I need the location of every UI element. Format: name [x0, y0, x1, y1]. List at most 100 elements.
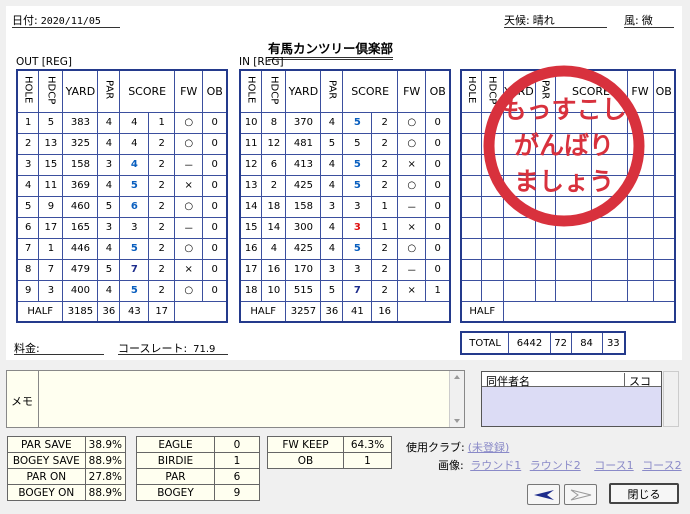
- hole-row[interactable]: 13 2 425 4 5 2 ○ 0: [239, 174, 451, 197]
- hole-number: 8: [16, 258, 40, 281]
- hole-row[interactable]: 9 3 400 4 5 2 ○ 0: [16, 279, 228, 302]
- hole-ob: 0: [202, 216, 228, 239]
- hole-score: 5: [119, 174, 150, 197]
- col-header-par: PAR: [320, 69, 344, 113]
- hole-score: 3: [342, 195, 373, 218]
- stat-row: PAR ON 27.8%: [7, 468, 127, 485]
- close-button[interactable]: 閉じる: [609, 483, 679, 504]
- prev-button[interactable]: [527, 484, 560, 505]
- hole-hdcp: 12: [261, 132, 287, 155]
- half-empty-cell: [591, 300, 627, 323]
- total-score: 84: [570, 331, 603, 355]
- hole-hdcp: 10: [261, 279, 287, 302]
- stat-row: BOGEY SAVE 88.9%: [7, 452, 127, 469]
- hole-par: 4: [97, 111, 121, 134]
- image-link-round1[interactable]: ラウンド1: [470, 459, 521, 472]
- hole-putt: 2: [148, 216, 175, 239]
- hole-row[interactable]: 15 14 300 4 3 1 × 0: [239, 216, 451, 239]
- hole-row[interactable]: 6 17 165 3 3 2 － 0: [16, 216, 228, 239]
- hole-yard: 413: [285, 153, 322, 176]
- memo-input[interactable]: [38, 371, 434, 427]
- empty-cell: [652, 111, 676, 134]
- hole-hdcp: 13: [38, 132, 64, 155]
- half-putt: 16: [371, 300, 398, 323]
- hole-row[interactable]: 4 11 369 4 5 2 × 0: [16, 174, 228, 197]
- hole-par: 4: [97, 279, 121, 302]
- hole-number: 12: [239, 153, 263, 176]
- image-link-course1[interactable]: コース1: [594, 459, 633, 472]
- hole-row[interactable]: 1 5 383 4 4 1 ○ 0: [16, 111, 228, 134]
- empty-cell: [590, 237, 628, 260]
- hole-number: 13: [239, 174, 263, 197]
- half-row: HALF 3257 36 41 16: [239, 300, 450, 323]
- hole-number: 2: [16, 132, 40, 155]
- half-empty-cell: [535, 300, 555, 323]
- scroll-up-arrow-icon[interactable]: [454, 375, 460, 379]
- hole-yard: 446: [62, 237, 99, 260]
- memo-scrollbar[interactable]: [449, 371, 464, 427]
- scroll-down-arrow-icon[interactable]: [454, 419, 460, 423]
- course-rating-value: 71.9: [193, 344, 216, 355]
- hole-row[interactable]: 5 9 460 5 6 2 ○ 0: [16, 195, 228, 218]
- empty-hole-row[interactable]: [460, 258, 676, 281]
- hole-row[interactable]: 16 4 425 4 5 2 ○ 0: [239, 237, 451, 260]
- image-link-course2[interactable]: コース2: [642, 459, 681, 472]
- hole-row[interactable]: 12 6 413 4 5 2 × 0: [239, 153, 451, 176]
- hole-score: 5: [342, 237, 373, 260]
- hole-row[interactable]: 18 10 515 5 7 2 × 1: [239, 279, 451, 302]
- companions-scrollbar[interactable]: [663, 371, 679, 427]
- hole-putt: 2: [371, 174, 398, 197]
- hole-par: 4: [320, 216, 344, 239]
- stat-label: OB: [267, 452, 344, 469]
- image-link-round2[interactable]: ラウンド2: [530, 459, 581, 472]
- empty-cell: [460, 258, 482, 281]
- hole-row[interactable]: 14 18 158 3 3 1 － 0: [239, 195, 451, 218]
- total-label: TOTAL: [460, 331, 510, 355]
- empty-cell: [460, 279, 482, 302]
- empty-cell: [590, 279, 628, 302]
- hole-fw: ○: [396, 132, 427, 155]
- hole-row[interactable]: 2 13 325 4 4 2 ○ 0: [16, 132, 228, 155]
- hole-yard: 158: [62, 153, 99, 176]
- empty-cell: [652, 153, 676, 176]
- hole-fw: ○: [396, 237, 427, 260]
- col-header-text: PAR: [103, 80, 115, 100]
- hole-yard: 460: [62, 195, 99, 218]
- hole-fw: ×: [173, 258, 204, 281]
- hole-row[interactable]: 8 7 479 5 7 2 × 0: [16, 258, 228, 281]
- hole-putt: 2: [148, 132, 175, 155]
- col-header-yard: YARD: [62, 69, 99, 113]
- hole-row[interactable]: 17 16 170 3 3 2 － 0: [239, 258, 451, 281]
- hole-row[interactable]: 10 8 370 4 5 2 ○ 0: [239, 111, 451, 134]
- hole-fw: －: [173, 216, 204, 239]
- hole-ob: 0: [202, 132, 228, 155]
- hole-yard: 300: [285, 216, 322, 239]
- half-yard: 3257: [285, 300, 322, 323]
- companion-list[interactable]: [482, 387, 661, 426]
- hole-row[interactable]: 11 12 481 5 5 2 ○ 0: [239, 132, 451, 155]
- hole-score: 5: [119, 237, 150, 260]
- hole-score: 7: [342, 279, 373, 302]
- empty-cell: [652, 237, 676, 260]
- stat-row: BOGEY 9: [136, 484, 260, 501]
- next-button[interactable]: [564, 484, 597, 505]
- empty-hole-row[interactable]: [460, 237, 676, 260]
- date-value: 2020/11/05: [40, 16, 101, 27]
- clubs-link[interactable]: (未登録): [468, 441, 510, 454]
- hole-putt: 2: [371, 132, 398, 155]
- empty-hole-row[interactable]: [460, 279, 676, 302]
- hole-row[interactable]: 3 15 158 3 4 2 － 0: [16, 153, 228, 176]
- hole-putt: 2: [371, 279, 398, 302]
- hole-number: 18: [239, 279, 263, 302]
- col-header-text: HDCP: [268, 75, 280, 104]
- fee-field: 料金:: [14, 340, 104, 355]
- stat-value: 1: [214, 452, 260, 469]
- hole-hdcp: 15: [38, 153, 64, 176]
- col-header-text: PAR: [326, 80, 338, 100]
- hole-row[interactable]: 7 1 446 4 5 2 ○ 0: [16, 237, 228, 260]
- weather-value: 晴れ: [532, 14, 555, 27]
- hole-number: 16: [239, 237, 263, 260]
- clubs-label: 使用クラブ:: [406, 441, 465, 454]
- next-arrow-icon: [570, 489, 591, 500]
- hole-hdcp: 8: [261, 111, 287, 134]
